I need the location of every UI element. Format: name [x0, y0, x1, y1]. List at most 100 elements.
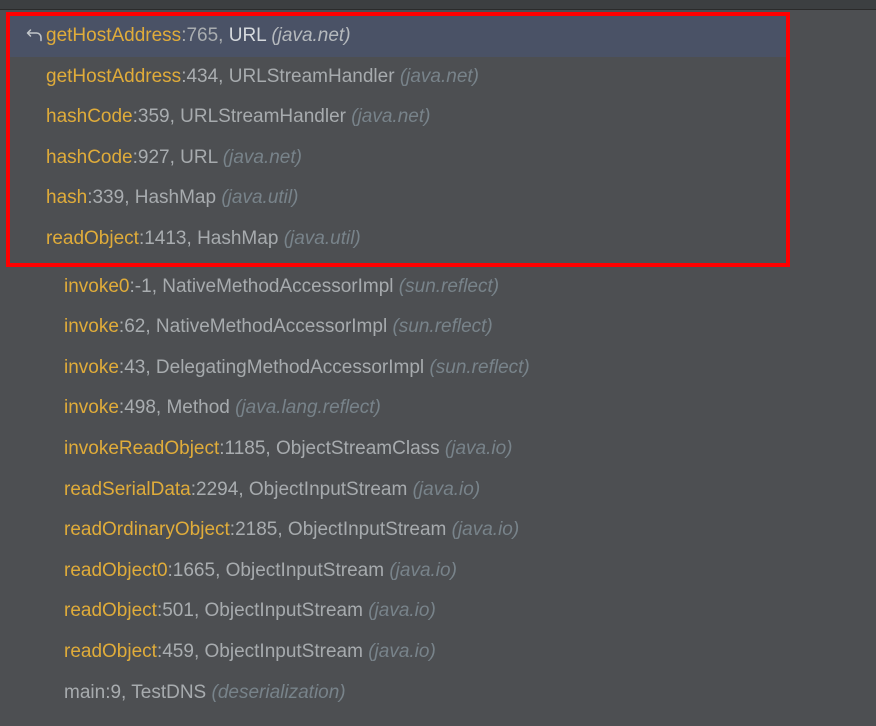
stack-frame[interactable]: readObject:1413, HashMap (java.util): [10, 219, 786, 260]
package-name: (java.io): [413, 479, 481, 500]
separator: ,: [121, 682, 131, 703]
method-name: readObject: [46, 228, 139, 249]
undo-icon: [26, 27, 44, 45]
other-frames: invoke0:-1, NativeMethodAccessorImpl (su…: [0, 267, 876, 714]
package-name: (java.io): [389, 560, 457, 581]
highlighted-frames-box: getHostAddress:765, URL (java.net)getHos…: [6, 12, 790, 267]
separator: ,: [170, 147, 181, 168]
stack-frame[interactable]: hashCode:359, URLStreamHandler (java.net…: [10, 97, 786, 138]
line-number: 501: [162, 600, 194, 621]
separator: ,: [145, 357, 156, 378]
class-name: DelegatingMethodAccessorImpl: [156, 357, 424, 378]
stack-frame[interactable]: hashCode:927, URL (java.net): [10, 138, 786, 179]
package-name: (java.io): [452, 519, 520, 540]
frame-text: getHostAddress:765, URL (java.net): [46, 23, 351, 50]
method-name: readOrdinaryObject: [64, 519, 230, 540]
separator: ,: [187, 228, 198, 249]
separator: ,: [170, 106, 181, 127]
stack-frame[interactable]: main:9, TestDNS (deserialization): [0, 673, 876, 714]
stack-frame[interactable]: invoke0:-1, NativeMethodAccessorImpl (su…: [0, 267, 876, 308]
method-name: invokeReadObject: [64, 438, 219, 459]
separator: ,: [145, 316, 156, 337]
class-name: HashMap: [135, 187, 216, 208]
class-name: ObjectInputStream: [249, 479, 407, 500]
frame-text: getHostAddress:434, URLStreamHandler (ja…: [46, 64, 479, 91]
method-name: hashCode: [46, 147, 133, 168]
stack-frame[interactable]: readSerialData:2294, ObjectInputStream (…: [0, 470, 876, 511]
frame-text: invoke0:-1, NativeMethodAccessorImpl (su…: [64, 274, 499, 301]
package-name: (java.io): [368, 600, 436, 621]
method-name: invoke: [64, 316, 119, 337]
class-name: ObjectInputStream: [288, 519, 446, 540]
separator: ,: [156, 397, 167, 418]
stack-frame[interactable]: readObject0:1665, ObjectInputStream (jav…: [0, 551, 876, 592]
separator: ,: [194, 641, 205, 662]
stack-frame[interactable]: invoke:62, NativeMethodAccessorImpl (sun…: [0, 307, 876, 348]
stack-frame[interactable]: readObject:459, ObjectInputStream (java.…: [0, 632, 876, 673]
separator: ,: [152, 276, 163, 297]
class-name: URLStreamHandler: [229, 66, 395, 87]
line-number: 339: [92, 187, 124, 208]
separator: ,: [238, 479, 249, 500]
line-number: 2294: [196, 479, 238, 500]
method-name: getHostAddress: [46, 25, 181, 46]
line-number: 434: [186, 66, 218, 87]
separator: ,: [218, 25, 229, 46]
frame-text: invokeReadObject:1185, ObjectStreamClass…: [64, 436, 513, 463]
line-number: 1185: [225, 438, 266, 459]
stack-frame[interactable]: invoke:498, Method (java.lang.reflect): [0, 388, 876, 429]
method-name: readObject: [64, 641, 157, 662]
frame-text: readObject:1413, HashMap (java.util): [46, 226, 361, 253]
stack-frame[interactable]: readOrdinaryObject:2185, ObjectInputStre…: [0, 510, 876, 551]
package-name: (sun.reflect): [429, 357, 529, 378]
package-name: (java.net): [351, 106, 430, 127]
line-number: -1: [135, 276, 152, 297]
package-name: (java.net): [223, 147, 302, 168]
frame-text: readOrdinaryObject:2185, ObjectInputStre…: [64, 517, 519, 544]
stack-frame[interactable]: invoke:43, DelegatingMethodAccessorImpl …: [0, 348, 876, 389]
class-name: NativeMethodAccessorImpl: [162, 276, 393, 297]
package-name: (sun.reflect): [399, 276, 499, 297]
stack-frame[interactable]: invokeReadObject:1185, ObjectStreamClass…: [0, 429, 876, 470]
line-number: 1413: [144, 228, 186, 249]
method-name: readObject: [64, 600, 157, 621]
class-name: ObjectStreamClass: [276, 438, 440, 459]
package-name: (java.lang.reflect): [235, 397, 381, 418]
package-name: (sun.reflect): [392, 316, 492, 337]
line-number: 9: [110, 682, 121, 703]
package-name: (java.io): [445, 438, 513, 459]
class-name: URL: [180, 147, 217, 168]
frame-text: invoke:498, Method (java.lang.reflect): [64, 395, 381, 422]
frame-text: readObject0:1665, ObjectInputStream (jav…: [64, 558, 457, 585]
package-name: (java.util): [284, 228, 361, 249]
frame-text: main:9, TestDNS (deserialization): [64, 680, 346, 707]
class-name: URL: [229, 25, 266, 46]
line-number: 2185: [235, 519, 277, 540]
line-number: 1665: [173, 560, 215, 581]
separator: ,: [277, 519, 288, 540]
line-number: 498: [124, 397, 156, 418]
package-name: (java.net): [400, 66, 479, 87]
frame-text: readSerialData:2294, ObjectInputStream (…: [64, 477, 480, 504]
separator: ,: [194, 600, 205, 621]
stack-frame[interactable]: getHostAddress:434, URLStreamHandler (ja…: [10, 57, 786, 98]
class-name: HashMap: [197, 228, 278, 249]
method-name: main: [64, 682, 105, 703]
frame-text: hashCode:359, URLStreamHandler (java.net…: [46, 104, 430, 131]
method-name: hashCode: [46, 106, 133, 127]
stack-frame[interactable]: readObject:501, ObjectInputStream (java.…: [0, 591, 876, 632]
line-number: 927: [138, 147, 170, 168]
class-name: Method: [166, 397, 229, 418]
line-number: 765: [186, 25, 218, 46]
method-name: readObject0: [64, 560, 168, 581]
method-name: hash: [46, 187, 87, 208]
separator: ,: [124, 187, 135, 208]
stack-frame[interactable]: getHostAddress:765, URL (java.net): [10, 16, 786, 57]
stack-frame[interactable]: hash:339, HashMap (java.util): [10, 178, 786, 219]
class-name: TestDNS: [131, 682, 206, 703]
line-number: 62: [124, 316, 145, 337]
method-name: readSerialData: [64, 479, 191, 500]
class-name: ObjectInputStream: [226, 560, 384, 581]
frame-text: hashCode:927, URL (java.net): [46, 145, 302, 172]
class-name: ObjectInputStream: [205, 600, 363, 621]
